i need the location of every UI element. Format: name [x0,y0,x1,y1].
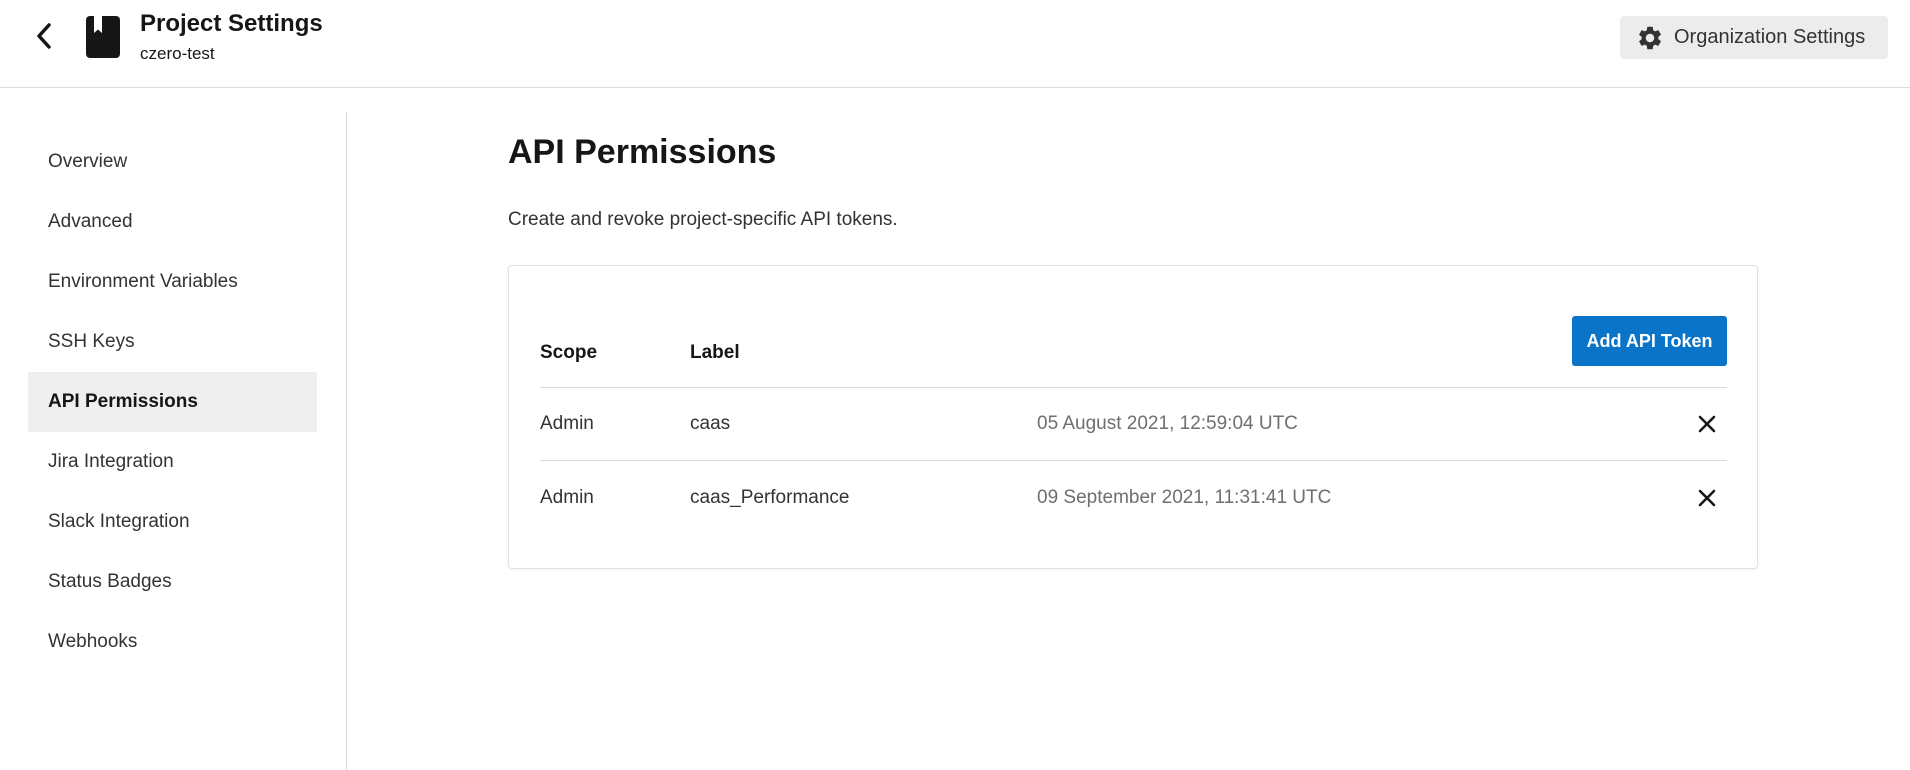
token-label: caas [690,413,731,434]
token-created-date: 05 August 2021, 12:59:04 UTC [1037,413,1298,434]
add-api-token-button[interactable]: Add API Token [1572,316,1727,366]
token-scope: Admin [540,413,594,434]
organization-settings-button[interactable]: Organization Settings [1620,16,1888,59]
back-arrow-icon [37,23,51,49]
table-divider [540,460,1727,461]
column-header-label: Label [690,342,740,363]
sidebar-item-label: Slack Integration [48,511,190,532]
sidebar-item-jira-integration[interactable]: Jira Integration [28,432,317,492]
sidebar-item-status-badges[interactable]: Status Badges [28,552,317,612]
sidebar-item-advanced[interactable]: Advanced [28,192,317,252]
token-created-date: 09 September 2021, 11:31:41 UTC [1037,487,1332,508]
sidebar-item-label: Webhooks [48,631,138,652]
sidebar-item-overview[interactable]: Overview [28,132,317,192]
sidebar-item-label: Advanced [48,211,133,232]
gear-icon [1639,26,1661,49]
token-label: caas_Performance [690,487,850,508]
sidebar-item-label: Jira Integration [48,451,174,472]
sidebar-item-slack-integration[interactable]: Slack Integration [28,492,317,552]
close-icon [1698,415,1716,433]
page-header-title: Project Settings [140,10,323,37]
token-scope: Admin [540,487,594,508]
close-icon [1698,489,1716,507]
back-button[interactable] [26,18,62,54]
sidebar-item-label: Environment Variables [48,271,238,292]
page-description: Create and revoke project-specific API t… [508,209,898,230]
sidebar-item-webhooks[interactable]: Webhooks [28,612,317,672]
revoke-token-button[interactable] [1692,483,1722,513]
table-divider [540,387,1727,388]
revoke-token-button[interactable] [1692,409,1722,439]
sidebar-item-label: Status Badges [48,571,172,592]
sidebar-item-label: SSH Keys [48,331,135,352]
column-header-scope: Scope [540,342,598,363]
sidebar-item-label: Overview [48,151,128,172]
bookmark-book-icon [86,16,120,58]
sidebar-item-label: API Permissions [48,391,198,412]
sidebar-item-api-permissions[interactable]: API Permissions [28,372,317,432]
sidebar-item-environment-variables[interactable]: Environment Variables [28,252,317,312]
organization-settings-label: Organization Settings [1674,26,1866,48]
sidebar-item-ssh-keys[interactable]: SSH Keys [28,312,317,372]
page-title: API Permissions [508,133,777,171]
header-title-block: Project Settings czero-test [140,9,323,65]
settings-sidebar: Overview Advanced Environment Variables … [0,112,347,770]
api-tokens-card: Scope Label Add API Token Admin caas 05 … [508,265,1758,569]
project-name: czero-test [140,44,215,63]
top-bar: Project Settings czero-test Organization… [0,0,1910,88]
